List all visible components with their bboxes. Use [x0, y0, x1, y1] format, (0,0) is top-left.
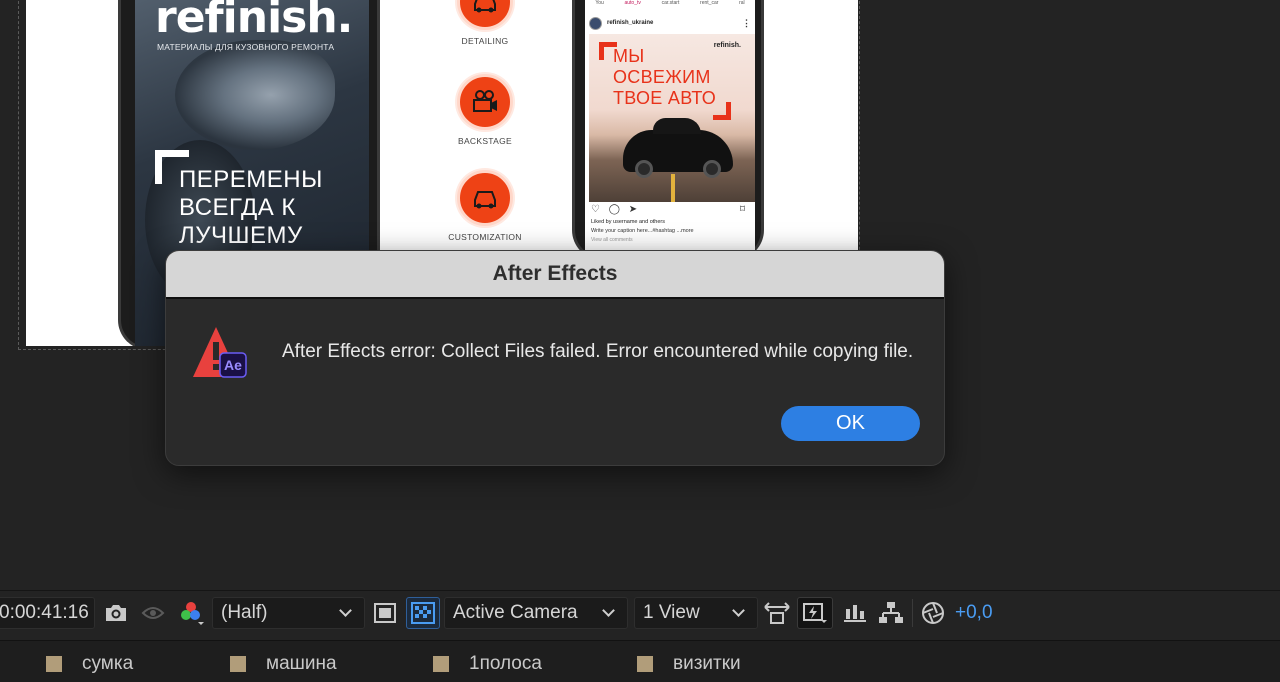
- service-customization: CUSTOMIZATION: [425, 170, 545, 242]
- wheel: [703, 160, 721, 178]
- slogan-line: ЛУЧШЕМУ: [179, 222, 303, 249]
- story-label: rent_car: [700, 0, 719, 6]
- phone-mockup-right: You auto_tv car.start rent_car ral refin…: [572, 0, 764, 260]
- chevron-down-icon: [602, 604, 615, 617]
- error-dialog: After Effects Ae After Effects error: Co…: [165, 250, 945, 466]
- label-color-swatch: [637, 656, 653, 672]
- story-label: ral: [739, 0, 745, 6]
- fast-previews-icon[interactable]: [797, 597, 833, 629]
- stories-row: You auto_tv car.start rent_car ral: [585, 0, 755, 10]
- post-caption: Write your caption here...#hashtag ...mo…: [591, 228, 694, 234]
- timeline-icon[interactable]: [840, 597, 870, 629]
- label-color-swatch: [433, 656, 449, 672]
- post-brand: refinish.: [713, 42, 741, 49]
- service-backstage: BACKSTAGE: [425, 74, 545, 146]
- chevron-down-icon: [339, 604, 352, 617]
- brand-title: refinish.: [155, 0, 353, 43]
- composition-tabs: сумка машина 1полоса визитки: [0, 640, 1280, 682]
- liked-by: Liked by username and others: [591, 219, 665, 225]
- story-label: car.start: [661, 0, 680, 6]
- brand-subtitle: МАТЕРИАЛЫ ДЛЯ КУЗОВНОГО РЕМОНТА: [157, 42, 335, 52]
- avatar: [589, 16, 602, 30]
- post-header: refinish_ukraine ⋮: [589, 14, 751, 32]
- car-icon: [457, 170, 513, 226]
- bookmark-icon: ⌑: [739, 204, 745, 215]
- viewer-toolbar: 0:00:41:16 (Half) Active Camera 1 View +…: [0, 590, 1280, 634]
- chevron-down-icon: [732, 604, 745, 617]
- camera-select[interactable]: Active Camera: [444, 597, 628, 629]
- comp-tab-label: визитки: [673, 653, 741, 674]
- transparency-grid-icon[interactable]: [406, 597, 440, 629]
- car-headlight-image: [175, 40, 335, 150]
- timecode-field[interactable]: 0:00:41:16: [0, 597, 95, 629]
- comp-tab[interactable]: визитки: [637, 653, 741, 675]
- region-of-interest-icon[interactable]: [370, 597, 400, 629]
- post-image: refinish. МЫ ОСВЕЖИМ ТВОЕ АВТО: [589, 34, 755, 202]
- exposure-value: +0,0: [955, 602, 993, 623]
- view-layout-select[interactable]: 1 View: [634, 597, 758, 629]
- sports-car-image: [623, 118, 733, 178]
- exposure-control[interactable]: +0,0: [955, 597, 993, 629]
- post-headline-line: ТВОЕ АВТО: [613, 88, 717, 108]
- comp-tab-label: 1полоса: [469, 653, 542, 674]
- post-headline-line: МЫ: [613, 46, 645, 66]
- dialog-title: After Effects: [492, 262, 618, 285]
- ae-badge-text: Ae: [224, 357, 242, 373]
- show-snapshot-icon[interactable]: [138, 597, 168, 629]
- phone-screen-right: You auto_tv car.start rent_car ral refin…: [585, 0, 755, 260]
- timecode-text: 0:00:41:16: [0, 602, 89, 623]
- comp-tab[interactable]: машина: [230, 653, 337, 675]
- dialog-titlebar[interactable]: After Effects: [166, 251, 944, 299]
- story-label: You: [595, 0, 604, 6]
- label-color-swatch: [230, 656, 246, 672]
- road-marking: [671, 174, 675, 202]
- car-icon: [457, 0, 513, 30]
- service-detailing: DETAILING: [425, 0, 545, 46]
- slogan-line: ВСЕГДА К: [179, 194, 296, 221]
- comp-tab-label: сумка: [82, 653, 134, 674]
- more-icon: ⋮: [742, 17, 751, 28]
- comp-tab[interactable]: 1полоса: [433, 653, 542, 675]
- comp-tab-label: машина: [266, 653, 337, 674]
- label-color-swatch: [46, 656, 62, 672]
- wheel: [635, 160, 653, 178]
- camera-value: Active Camera: [453, 602, 578, 623]
- camera-icon: [457, 74, 513, 130]
- service-label: BACKSTAGE: [457, 136, 513, 146]
- account-name: refinish_ukraine: [607, 20, 654, 26]
- after-effects-window: refinish. МАТЕРИАЛЫ ДЛЯ КУЗОВНОГО РЕМОНТ…: [0, 0, 1280, 682]
- story-label: auto_tv: [624, 0, 641, 6]
- service-label: DETAILING: [461, 36, 509, 46]
- toolbar-divider: [912, 599, 913, 627]
- view-layout-value: 1 View: [643, 602, 700, 623]
- service-label: CUSTOMIZATION: [448, 232, 522, 242]
- view-comments: View all comments: [591, 237, 633, 243]
- snapshot-camera-icon[interactable]: [101, 597, 131, 629]
- flowchart-icon[interactable]: [876, 597, 906, 629]
- rgb-channels-icon[interactable]: [176, 597, 206, 629]
- ok-button[interactable]: OK: [781, 406, 920, 441]
- resolution-value: (Half): [221, 602, 268, 623]
- toggle-pixel-aspect-icon[interactable]: [762, 597, 792, 629]
- warning-ae-icon: Ae: [192, 325, 248, 381]
- post-headline-line: ОСВЕЖИМ: [613, 67, 711, 87]
- resolution-select[interactable]: (Half): [212, 597, 365, 629]
- error-message: After Effects error: Collect Files faile…: [282, 341, 914, 362]
- reset-exposure-icon[interactable]: [918, 597, 948, 629]
- slogan-line: ПЕРЕМЕНЫ: [179, 166, 323, 193]
- post-actions-icons: ♡ ◯ ➤: [591, 204, 641, 215]
- comp-tab[interactable]: сумка: [46, 653, 133, 675]
